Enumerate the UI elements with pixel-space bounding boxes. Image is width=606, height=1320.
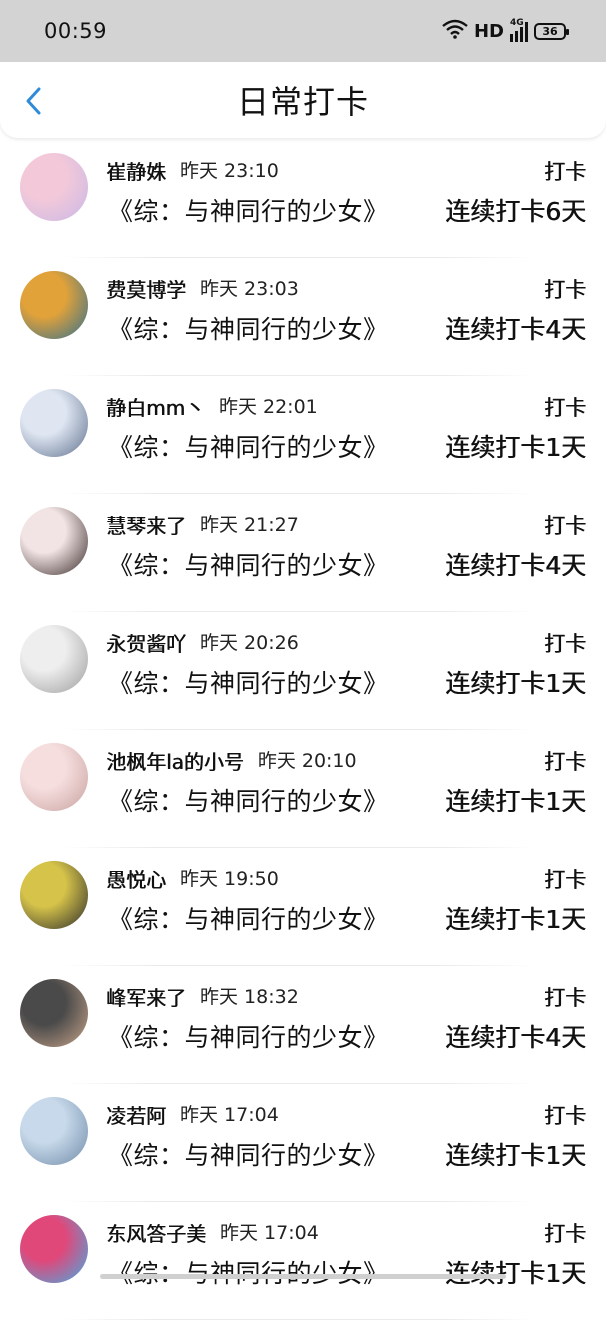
user-name[interactable]: 愚悦心	[106, 864, 166, 893]
list-item[interactable]: 崔静姝 昨天 23:10 打卡 《综：与神同行的少女》 连续打卡6天	[0, 140, 606, 258]
checkin-label: 打卡	[544, 986, 586, 1010]
network-type: 4G	[510, 18, 524, 28]
avatar[interactable]	[20, 1215, 88, 1283]
avatar[interactable]	[20, 743, 88, 811]
user-name[interactable]: 慧琴来了	[106, 510, 186, 539]
checkin-label: 打卡	[544, 1222, 586, 1246]
hd-indicator: HD	[473, 20, 504, 42]
home-indicator[interactable]	[100, 1274, 506, 1279]
book-title[interactable]: 《综：与神同行的少女》	[108, 428, 389, 464]
user-name[interactable]: 东风答子美	[106, 1218, 206, 1247]
wifi-icon	[442, 19, 468, 43]
list-item[interactable]: 愚悦心 昨天 19:50 打卡 《综：与神同行的少女》 连续打卡1天	[0, 848, 606, 966]
avatar[interactable]	[20, 271, 88, 339]
checkin-time: 昨天 17:04	[220, 1222, 319, 1244]
battery-icon: 36	[534, 22, 569, 40]
book-title[interactable]: 《综：与神同行的少女》	[108, 1254, 389, 1290]
checkin-label: 打卡	[544, 278, 586, 302]
book-title[interactable]: 《综：与神同行的少女》	[108, 310, 389, 346]
back-button[interactable]	[18, 84, 48, 118]
list-item[interactable]: 凌若阿 昨天 17:04 打卡 《综：与神同行的少女》 连续打卡1天	[0, 1084, 606, 1202]
streak-text: 连续打卡4天	[445, 551, 586, 580]
streak-text: 连续打卡1天	[445, 433, 586, 462]
checkin-label: 打卡	[544, 160, 586, 184]
streak-text: 连续打卡6天	[445, 197, 586, 226]
streak-text: 连续打卡1天	[445, 787, 586, 816]
book-title[interactable]: 《综：与神同行的少女》	[108, 192, 389, 228]
user-meta: 费莫博学 昨天 23:03	[106, 274, 299, 303]
list-item[interactable]: 池枫年la的小号 昨天 20:10 打卡 《综：与神同行的少女》 连续打卡1天	[0, 730, 606, 848]
battery-level: 36	[542, 24, 558, 38]
streak-text: 连续打卡1天	[445, 905, 586, 934]
streak-text: 连续打卡4天	[445, 1023, 586, 1052]
avatar[interactable]	[20, 625, 88, 693]
checkin-label: 打卡	[544, 514, 586, 538]
book-title[interactable]: 《综：与神同行的少女》	[108, 900, 389, 936]
book-title[interactable]: 《综：与神同行的少女》	[108, 546, 389, 582]
user-meta: 永贺酱吖 昨天 20:26	[106, 628, 299, 657]
checkin-time: 昨天 22:01	[218, 396, 318, 418]
checkin-list: 崔静姝 昨天 23:10 打卡 《综：与神同行的少女》 连续打卡6天 费莫博学 …	[0, 140, 606, 1320]
checkin-time: 昨天 19:50	[180, 868, 279, 890]
user-meta: 慧琴来了 昨天 21:27	[106, 510, 299, 539]
checkin-label: 打卡	[544, 632, 586, 656]
user-meta: 静白mm丶 昨天 22:01	[106, 392, 318, 421]
user-name[interactable]: 凌若阿	[106, 1100, 166, 1129]
book-title[interactable]: 《综：与神同行的少女》	[108, 1018, 389, 1054]
checkin-time: 昨天 20:26	[200, 632, 299, 654]
avatar[interactable]	[20, 979, 88, 1047]
user-meta: 凌若阿 昨天 17:04	[106, 1100, 279, 1129]
list-item[interactable]: 费莫博学 昨天 23:03 打卡 《综：与神同行的少女》 连续打卡4天	[0, 258, 606, 376]
status-icons: HD 4G 36	[442, 18, 569, 43]
user-name[interactable]: 崔静姝	[106, 156, 166, 185]
book-title[interactable]: 《综：与神同行的少女》	[108, 782, 389, 818]
checkin-time: 昨天 23:10	[180, 160, 279, 182]
list-item[interactable]: 永贺酱吖 昨天 20:26 打卡 《综：与神同行的少女》 连续打卡1天	[0, 612, 606, 730]
list-item[interactable]: 东风答子美 昨天 17:04 打卡 《综：与神同行的少女》 连续打卡1天	[0, 1202, 606, 1320]
user-meta: 东风答子美 昨天 17:04	[106, 1218, 319, 1247]
chevron-left-icon	[26, 87, 41, 115]
checkin-time: 昨天 18:32	[200, 986, 299, 1008]
book-title[interactable]: 《综：与神同行的少女》	[108, 664, 389, 700]
streak-text: 连续打卡4天	[445, 315, 586, 344]
avatar[interactable]	[20, 153, 88, 221]
header: 日常打卡	[0, 62, 606, 138]
checkin-label: 打卡	[544, 1104, 586, 1128]
user-meta: 愚悦心 昨天 19:50	[106, 864, 279, 893]
checkin-label: 打卡	[544, 868, 586, 892]
streak-text: 连续打卡1天	[445, 669, 586, 698]
user-meta: 崔静姝 昨天 23:10	[106, 156, 279, 185]
list-item[interactable]: 静白mm丶 昨天 22:01 打卡 《综：与神同行的少女》 连续打卡1天	[0, 376, 606, 494]
user-meta: 峰军来了 昨天 18:32	[106, 982, 299, 1011]
checkin-time: 昨天 20:10	[257, 750, 357, 772]
streak-text: 连续打卡1天	[445, 1259, 586, 1288]
checkin-time: 昨天 21:27	[200, 514, 299, 536]
list-item[interactable]: 峰军来了 昨天 18:32 打卡 《综：与神同行的少女》 连续打卡4天	[0, 966, 606, 1084]
status-time: 00:59	[44, 19, 108, 43]
checkin-label: 打卡	[544, 396, 586, 420]
avatar[interactable]	[20, 1097, 88, 1165]
streak-text: 连续打卡1天	[445, 1141, 586, 1170]
user-name[interactable]: 费莫博学	[106, 274, 186, 303]
avatar[interactable]	[20, 507, 88, 575]
checkin-time: 昨天 23:03	[200, 278, 299, 300]
list-item[interactable]: 慧琴来了 昨天 21:27 打卡 《综：与神同行的少女》 连续打卡4天	[0, 494, 606, 612]
user-name[interactable]: 永贺酱吖	[106, 628, 186, 657]
signal-icon: 4G	[510, 18, 528, 42]
book-title[interactable]: 《综：与神同行的少女》	[108, 1136, 389, 1172]
avatar[interactable]	[20, 389, 88, 457]
page-title: 日常打卡	[236, 83, 369, 121]
user-name[interactable]: 池枫年la的小号	[106, 746, 244, 775]
checkin-label: 打卡	[544, 750, 586, 774]
checkin-time: 昨天 17:04	[180, 1104, 279, 1126]
user-name[interactable]: 静白mm丶	[106, 392, 205, 421]
status-bar: 00:59 HD 4G 36	[0, 0, 606, 62]
user-meta: 池枫年la的小号 昨天 20:10	[106, 746, 357, 775]
user-name[interactable]: 峰军来了	[106, 982, 186, 1011]
avatar[interactable]	[20, 861, 88, 929]
